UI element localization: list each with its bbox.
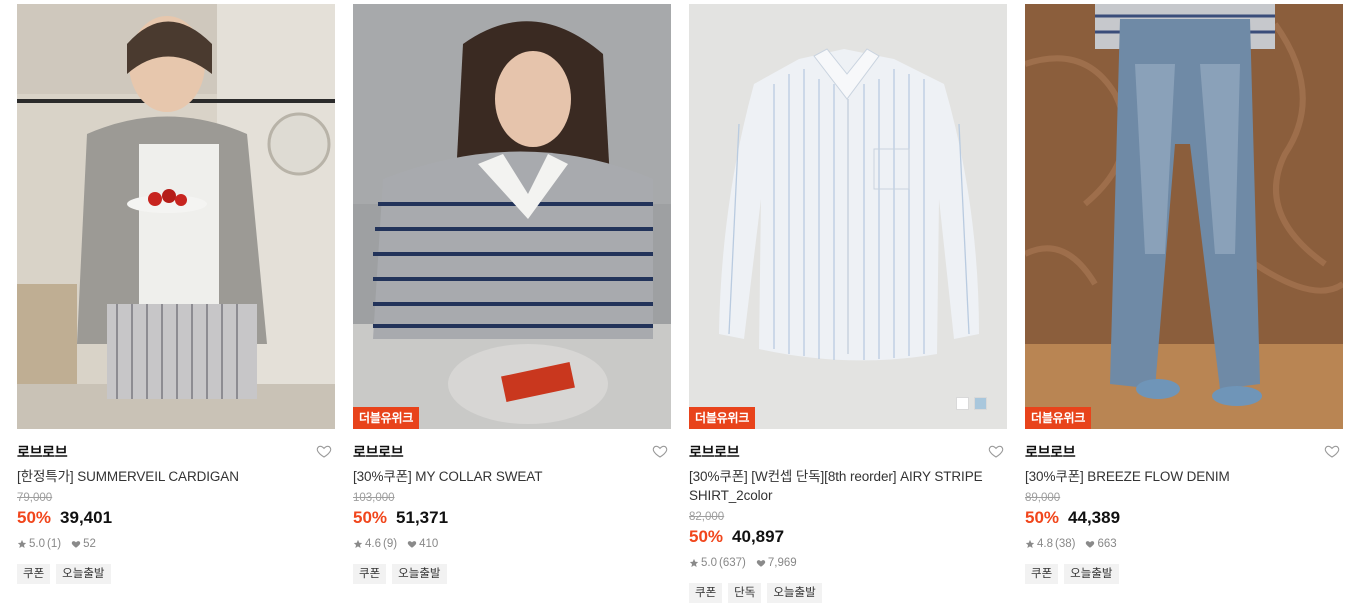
wishlist-heart-icon[interactable] [1324, 443, 1340, 459]
product-name[interactable]: [30%쿠폰] BREEZE FLOW DENIM [1025, 467, 1343, 486]
price-row: 50% 51,371 [353, 507, 671, 528]
tag: 오늘출발 [392, 564, 447, 584]
product-brand[interactable]: 로브로브 [689, 443, 1007, 461]
product-card[interactable]: 더블유위크 로브로브 [30%쿠폰] BREEZE FLOW DENIM 89,… [1025, 4, 1343, 584]
product-photo-cardigan [17, 4, 335, 429]
color-swatches [956, 397, 987, 410]
color-swatch-blue[interactable] [974, 397, 987, 410]
product-stats: 4.8 (38) 663 [1025, 537, 1343, 551]
review-count: (38) [1055, 538, 1076, 550]
heart-filled-icon [756, 560, 766, 567]
tag: 쿠폰 [353, 564, 387, 584]
star-icon [1025, 539, 1035, 548]
price-row: 50% 40,897 [689, 526, 1007, 547]
tag: 쿠폰 [689, 583, 723, 603]
tag-list: 쿠폰 오늘출발 [353, 564, 671, 584]
like-count: 52 [83, 538, 96, 550]
discount-rate: 50% [353, 508, 388, 527]
star-icon [17, 539, 27, 548]
review-count: (1) [47, 538, 62, 550]
review-count: (9) [383, 538, 398, 550]
tag: 단독 [728, 583, 762, 603]
tag: 오늘출발 [56, 564, 111, 584]
product-image[interactable] [17, 4, 335, 429]
color-swatch-white[interactable] [956, 397, 969, 410]
like-count: 7,969 [767, 557, 797, 569]
tag-list: 쿠폰 단독 오늘출발 [689, 583, 1007, 603]
rating-score: 4.8 [1037, 538, 1053, 550]
product-photo-stripe-shirt [689, 4, 1007, 429]
discount-rate: 50% [1025, 508, 1060, 527]
tag-list: 쿠폰 오늘출발 [17, 564, 335, 584]
original-price: 79,000 [17, 492, 53, 504]
price-row: 50% 39,401 [17, 507, 335, 528]
promo-badge: 더블유위크 [689, 407, 756, 429]
discount-rate: 50% [689, 527, 724, 546]
original-price: 82,000 [689, 511, 725, 523]
original-price: 89,000 [1025, 492, 1061, 504]
product-card[interactable]: 더블유위크 로브로브 [30%쿠폰] [W컨셉 단독][8th reorder]… [689, 4, 1007, 603]
product-stats: 5.0 (637) 7,969 [689, 556, 1007, 570]
product-name[interactable]: [30%쿠폰] [W컨셉 단독][8th reorder] AIRY STRIP… [689, 467, 1007, 505]
likes: 7,969 [756, 556, 797, 570]
product-photo-collar-sweat [353, 4, 671, 429]
tag: 오늘출발 [1064, 564, 1119, 584]
sale-price: 44,389 [1068, 508, 1121, 527]
product-brand[interactable]: 로브로브 [1025, 443, 1343, 461]
product-name[interactable]: [30%쿠폰] MY COLLAR SWEAT [353, 467, 671, 486]
product-image[interactable]: 더블유위크 [1025, 4, 1343, 429]
original-price: 103,000 [353, 492, 395, 504]
product-info: 로브로브 [30%쿠폰] MY COLLAR SWEAT 103,000 50%… [353, 429, 671, 584]
rating-score: 5.0 [29, 538, 45, 550]
price-row: 50% 44,389 [1025, 507, 1343, 528]
tag: 쿠폰 [1025, 564, 1059, 584]
product-image[interactable]: 더블유위크 [689, 4, 1007, 429]
likes: 52 [71, 537, 96, 551]
sale-price: 40,897 [732, 527, 785, 546]
product-photo-denim [1025, 4, 1343, 429]
heart-filled-icon [407, 541, 417, 548]
product-card[interactable]: 로브로브 [한정특가] SUMMERVEIL CARDIGAN 79,000 5… [17, 4, 335, 584]
like-count: 663 [1097, 538, 1117, 550]
rating: 4.8 (38) [1025, 537, 1075, 551]
tag: 오늘출발 [767, 583, 822, 603]
product-name[interactable]: [한정특가] SUMMERVEIL CARDIGAN [17, 467, 335, 486]
heart-filled-icon [1086, 541, 1095, 548]
product-grid: 로브로브 [한정특가] SUMMERVEIL CARDIGAN 79,000 5… [0, 0, 1346, 604]
wishlist-heart-icon[interactable] [652, 443, 668, 459]
product-info: 로브로브 [30%쿠폰] [W컨셉 단독][8th reorder] AIRY … [689, 429, 1007, 603]
sale-price: 51,371 [396, 508, 449, 527]
promo-badge: 더블유위크 [353, 407, 420, 429]
likes: 663 [1085, 537, 1117, 551]
product-image[interactable]: 더블유위크 [353, 4, 671, 429]
discount-rate: 50% [17, 508, 52, 527]
heart-filled-icon [71, 541, 81, 548]
product-info: 로브로브 [한정특가] SUMMERVEIL CARDIGAN 79,000 5… [17, 429, 335, 584]
star-icon [353, 539, 363, 548]
rating: 5.0 (1) [17, 537, 61, 551]
product-stats: 4.6 (9) 410 [353, 537, 671, 551]
star-icon [689, 558, 699, 567]
product-brand[interactable]: 로브로브 [353, 443, 671, 461]
product-card[interactable]: 더블유위크 로브로브 [30%쿠폰] MY COLLAR SWEAT 103,0… [353, 4, 671, 584]
like-count: 410 [419, 538, 439, 550]
rating-score: 5.0 [701, 557, 717, 569]
rating: 5.0 (637) [689, 556, 746, 570]
rating-score: 4.6 [365, 538, 381, 550]
promo-badge: 더블유위크 [1025, 407, 1092, 429]
wishlist-heart-icon[interactable] [316, 443, 332, 459]
product-stats: 5.0 (1) 52 [17, 537, 335, 551]
tag: 쿠폰 [17, 564, 51, 584]
sale-price: 39,401 [60, 508, 113, 527]
rating: 4.6 (9) [353, 537, 397, 551]
wishlist-heart-icon[interactable] [988, 443, 1004, 459]
review-count: (637) [719, 557, 746, 569]
product-brand[interactable]: 로브로브 [17, 443, 335, 461]
likes: 410 [407, 537, 438, 551]
tag-list: 쿠폰 오늘출발 [1025, 564, 1343, 584]
product-info: 로브로브 [30%쿠폰] BREEZE FLOW DENIM 89,000 50… [1025, 429, 1343, 584]
